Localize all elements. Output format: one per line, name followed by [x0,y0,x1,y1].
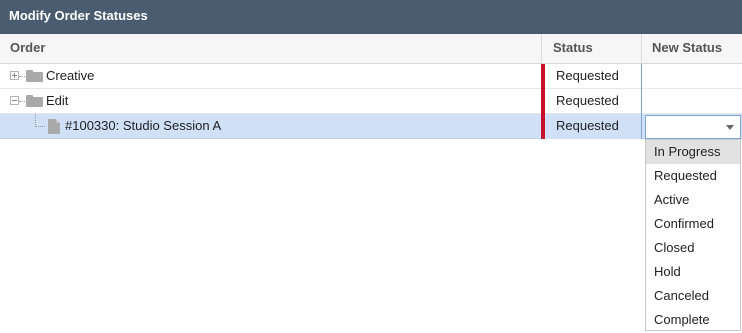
new-status-cell[interactable] [641,64,742,89]
grid-header: Order Status New Status [0,34,742,64]
column-header-status[interactable]: Status [541,34,641,64]
tree-item-label: Edit [46,93,69,108]
tree-cell: #100330: Studio Session A [0,114,541,139]
tree-row-creative[interactable]: Creative Requested [0,64,742,89]
dropdown-option-closed[interactable]: Closed [646,236,740,260]
orders-grid: Order Status New Status Creative Request… [0,34,742,139]
window-title: Modify Order Statuses [0,0,742,34]
dropdown-option-canceled[interactable]: Canceled [646,284,740,308]
dropdown-option-confirmed[interactable]: Confirmed [646,212,740,236]
tree-connector [19,76,25,77]
tree-item-label: Creative [46,68,95,83]
tree-connector [19,101,25,102]
column-header-new-status[interactable]: New Status [641,34,742,64]
expand-icon[interactable] [10,71,19,80]
document-icon [48,119,60,134]
folder-open-icon [26,95,43,107]
dropdown-option-complete[interactable]: Complete [646,308,740,332]
tree-item-label: #100330: Studio Session A [65,118,222,133]
status-cell: Requested [541,114,641,139]
chevron-down-icon[interactable] [726,125,734,130]
new-status-dropdown: In Progress Requested Active Confirmed C… [645,139,741,331]
new-status-select[interactable] [645,115,741,139]
folder-icon [26,70,43,82]
tree-connector [35,126,45,127]
column-header-order[interactable]: Order [10,34,45,64]
dropdown-option-hold[interactable]: Hold [646,260,740,284]
status-cell: Requested [541,89,641,114]
tree-cell: Creative [0,64,541,89]
tree-row-order-100330[interactable]: #100330: Studio Session A Requested [0,114,742,139]
collapse-icon[interactable] [10,96,19,105]
dropdown-option-active[interactable]: Active [646,188,740,212]
new-status-cell[interactable] [641,89,742,114]
tree-cell: Edit [0,89,541,114]
dropdown-option-requested[interactable]: Requested [646,164,740,188]
dropdown-option-in-progress[interactable]: In Progress [646,140,740,164]
tree-row-edit[interactable]: Edit Requested [0,89,742,114]
status-cell: Requested [541,64,641,89]
